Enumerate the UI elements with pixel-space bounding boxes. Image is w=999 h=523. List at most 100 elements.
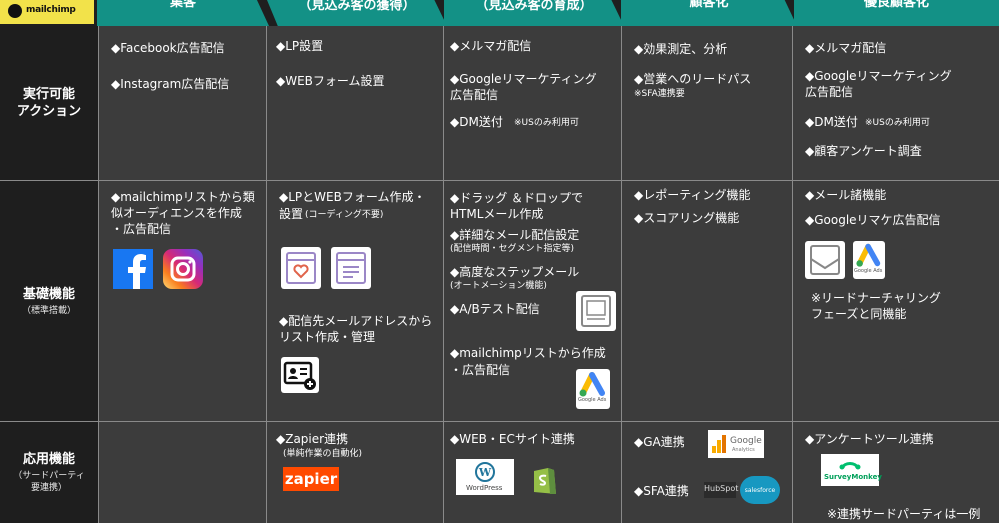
header-col-label: （見込み客の育成） — [475, 0, 593, 13]
row-label-sub-2: 要連携） — [30, 483, 67, 493]
hubspot-label: HubSpot — [704, 484, 739, 493]
cell-text: ◆メール諸機能 — [805, 188, 887, 202]
email-template-icon — [576, 291, 616, 331]
row-label-main: 実行可能 — [22, 87, 75, 102]
header-col-nurture: （見込み客の育成） — [444, 0, 624, 26]
salesforce-logo: salesforce — [740, 476, 780, 504]
cell-note: (単純作業の自動化) — [283, 449, 363, 459]
cell-text: ◆GA連携 — [634, 435, 685, 449]
cell-text: ◆WEBフォーム設置 — [276, 74, 385, 88]
row-label-main: 応用機能 — [22, 452, 75, 467]
row-basic: 基礎機能 （標準搭載） ◆mailchimpリストから類 似オーディエンスを作成… — [0, 181, 999, 422]
cell-text: ◆ドラッグ ＆ドロップで — [450, 191, 584, 205]
cell-text: ◆Instagram広告配信 — [111, 77, 230, 91]
cell-text: ◆DM送付 — [805, 115, 858, 129]
row-label-sub: （サードパーティ — [13, 471, 85, 481]
cell-note: ※USのみ利用可 — [514, 118, 579, 128]
cell-text: ◆顧客アンケート調査 — [805, 144, 922, 158]
facebook-icon — [113, 249, 153, 289]
cell-text: ◆詳細なメール配信設定 — [450, 228, 580, 242]
cell-advanced-loyalty: ◆アンケートツール連携 SurveyMonkey ※連携サードパーティは一例 — [792, 422, 999, 523]
cell-actions-loyalty: ◆メルマガ配信 ◆Googleリマーケティング 広告配信 ◆DM送付 ※USのみ… — [792, 26, 999, 180]
header-col-label: （見込み客の獲得） — [298, 0, 416, 13]
header-col-label: 顧客化 — [689, 0, 729, 10]
google-analytics-logo: Google Analytics — [708, 430, 764, 458]
instagram-icon — [163, 249, 203, 289]
surveymonkey-logo: SurveyMonkey — [821, 454, 882, 486]
google-ads-icon: Google Ads — [576, 369, 610, 409]
cell-actions-nurture: ◆メルマガ配信 ◆Googleリマーケティング 広告配信 ◆DM送付 ※USのみ… — [443, 26, 621, 180]
header-col-acquisition: 集客 — [97, 0, 269, 26]
cell-actions-acquisition: ◆Facebook広告配信 ◆Instagram広告配信 — [98, 26, 266, 180]
google-analytics-sublabel: Analytics — [732, 447, 755, 453]
cell-text: ◆DM送付 — [450, 115, 503, 129]
cell-text: ◆LPとWEBフォーム作成・ — [279, 190, 426, 204]
cell-basic-lead-gen: ◆LPとWEBフォーム作成・ 設置 (コーディング不要) ◆配信先メールアドレス… — [266, 181, 443, 421]
row-label-sub: （標準搭載） — [21, 305, 76, 316]
google-ads-label: Google Ads — [578, 397, 607, 403]
svg-text:W: W — [478, 466, 492, 479]
cell-text: ◆Zapier連携 — [276, 432, 349, 446]
cell-note: ※USのみ利用可 — [865, 118, 930, 128]
surveymonkey-label: SurveyMonkey — [824, 473, 882, 481]
form-heart-icon — [281, 247, 321, 289]
cell-text: ◆Googleリマーケティング — [805, 69, 952, 83]
cell-text: ◆スコアリング機能 — [634, 211, 740, 225]
cell-text: ◆Facebook広告配信 — [111, 41, 225, 55]
cell-actions-conversion: ◆効果測定、分析 ◆営業へのリードパス ※SFA連携要 — [621, 26, 792, 180]
cell-text: ・広告配信 — [450, 363, 511, 377]
cell-text: ※リードナーチャリング — [811, 291, 941, 305]
row-label-advanced: 応用機能 （サードパーティ 要連携） — [0, 422, 98, 523]
google-ads-label: Google Ads — [854, 268, 883, 274]
cell-advanced-acquisition — [98, 422, 266, 523]
cell-text: ◆配信先メールアドレスから — [279, 314, 433, 328]
cell-text: 設置 — [279, 207, 304, 221]
row-label-actions: 実行可能 アクション — [0, 26, 98, 180]
header-col-label: 優良顧客化 — [863, 0, 929, 10]
header-col-conversion: 顧客化 — [621, 0, 797, 26]
cell-text: ◆mailchimpリストから作成 — [450, 346, 606, 360]
row-label-main-2: アクション — [16, 104, 82, 119]
cell-advanced-lead-gen: ◆Zapier連携 (単純作業の自動化) zapier — [266, 422, 443, 523]
cell-text: ◆効果測定、分析 — [634, 42, 728, 56]
cell-text: ◆mailchimpリストから類 — [111, 190, 255, 204]
cell-note: (配信時間・セグメント指定等) — [450, 244, 575, 254]
mailchimp-logo: mailchimp — [0, 0, 94, 24]
wordpress-label: WordPress — [466, 484, 503, 492]
row-label-main: 基礎機能 — [22, 286, 75, 302]
header-bar: mailchimp 集客 （見込み客の獲得） （見込み客の育成） 顧客化 優良顧… — [0, 0, 999, 26]
cell-note: (コーディング不要) — [305, 210, 384, 220]
cell-note: (オートメーション機能) — [450, 281, 547, 291]
cell-text: ◆メルマガ配信 — [805, 41, 887, 55]
row-label-basic: 基礎機能 （標準搭載） — [0, 181, 98, 421]
shopify-icon — [528, 462, 560, 496]
cell-text: ◆WEB・ECサイト連携 — [450, 432, 575, 446]
cell-text: ◆営業へのリードパス — [634, 72, 752, 86]
cell-text: 広告配信 — [805, 85, 854, 99]
header-col-label: 集客 — [169, 0, 196, 10]
salesforce-label: salesforce — [744, 486, 776, 494]
cell-text: ◆レポーティング機能 — [634, 188, 751, 202]
cell-text: ◆SFA連携 — [634, 484, 689, 498]
cell-text: ◆Googleリマケ広告配信 — [805, 213, 941, 227]
cell-text: HTMLメール作成 — [450, 207, 544, 221]
cell-advanced-conversion: ◆GA連携 Google Analytics ◆SFA連携 HubSpot sa… — [621, 422, 792, 523]
email-template-icon — [805, 241, 845, 279]
cell-basic-nurture: ◆ドラッグ ＆ドロップで HTMLメール作成 ◆詳細なメール配信設定 (配信時間… — [443, 181, 621, 421]
cell-basic-conversion: ◆レポーティング機能 ◆スコアリング機能 — [621, 181, 792, 421]
cell-text: ・広告配信 — [111, 222, 172, 236]
header-col-lead-gen: （見込み客の獲得） — [267, 0, 447, 26]
zapier-label: zapier — [284, 470, 338, 488]
cell-text: 似オーディエンスを作成 — [111, 206, 242, 220]
cell-basic-acquisition: ◆mailchimpリストから類 似オーディエンスを作成 ・広告配信 — [98, 181, 266, 421]
form-lines-icon — [331, 247, 371, 289]
cell-text: ◆LP設置 — [276, 39, 324, 53]
row-actions: 実行可能 アクション ◆Facebook広告配信 ◆Instagram広告配信 … — [0, 26, 999, 181]
logo-text: mailchimp — [26, 5, 76, 15]
cell-text: ※連携サードパーティは一例 — [827, 507, 981, 521]
cell-text: ◆メルマガ配信 — [450, 39, 532, 53]
cell-basic-loyalty: ◆メール諸機能 ◆Googleリマケ広告配信 Google Ads ※リードナー… — [792, 181, 999, 421]
cell-note: ※SFA連携要 — [634, 89, 685, 99]
cell-text: ◆アンケートツール連携 — [805, 432, 934, 446]
cell-actions-lead-gen: ◆LP設置 ◆WEBフォーム設置 — [266, 26, 443, 180]
